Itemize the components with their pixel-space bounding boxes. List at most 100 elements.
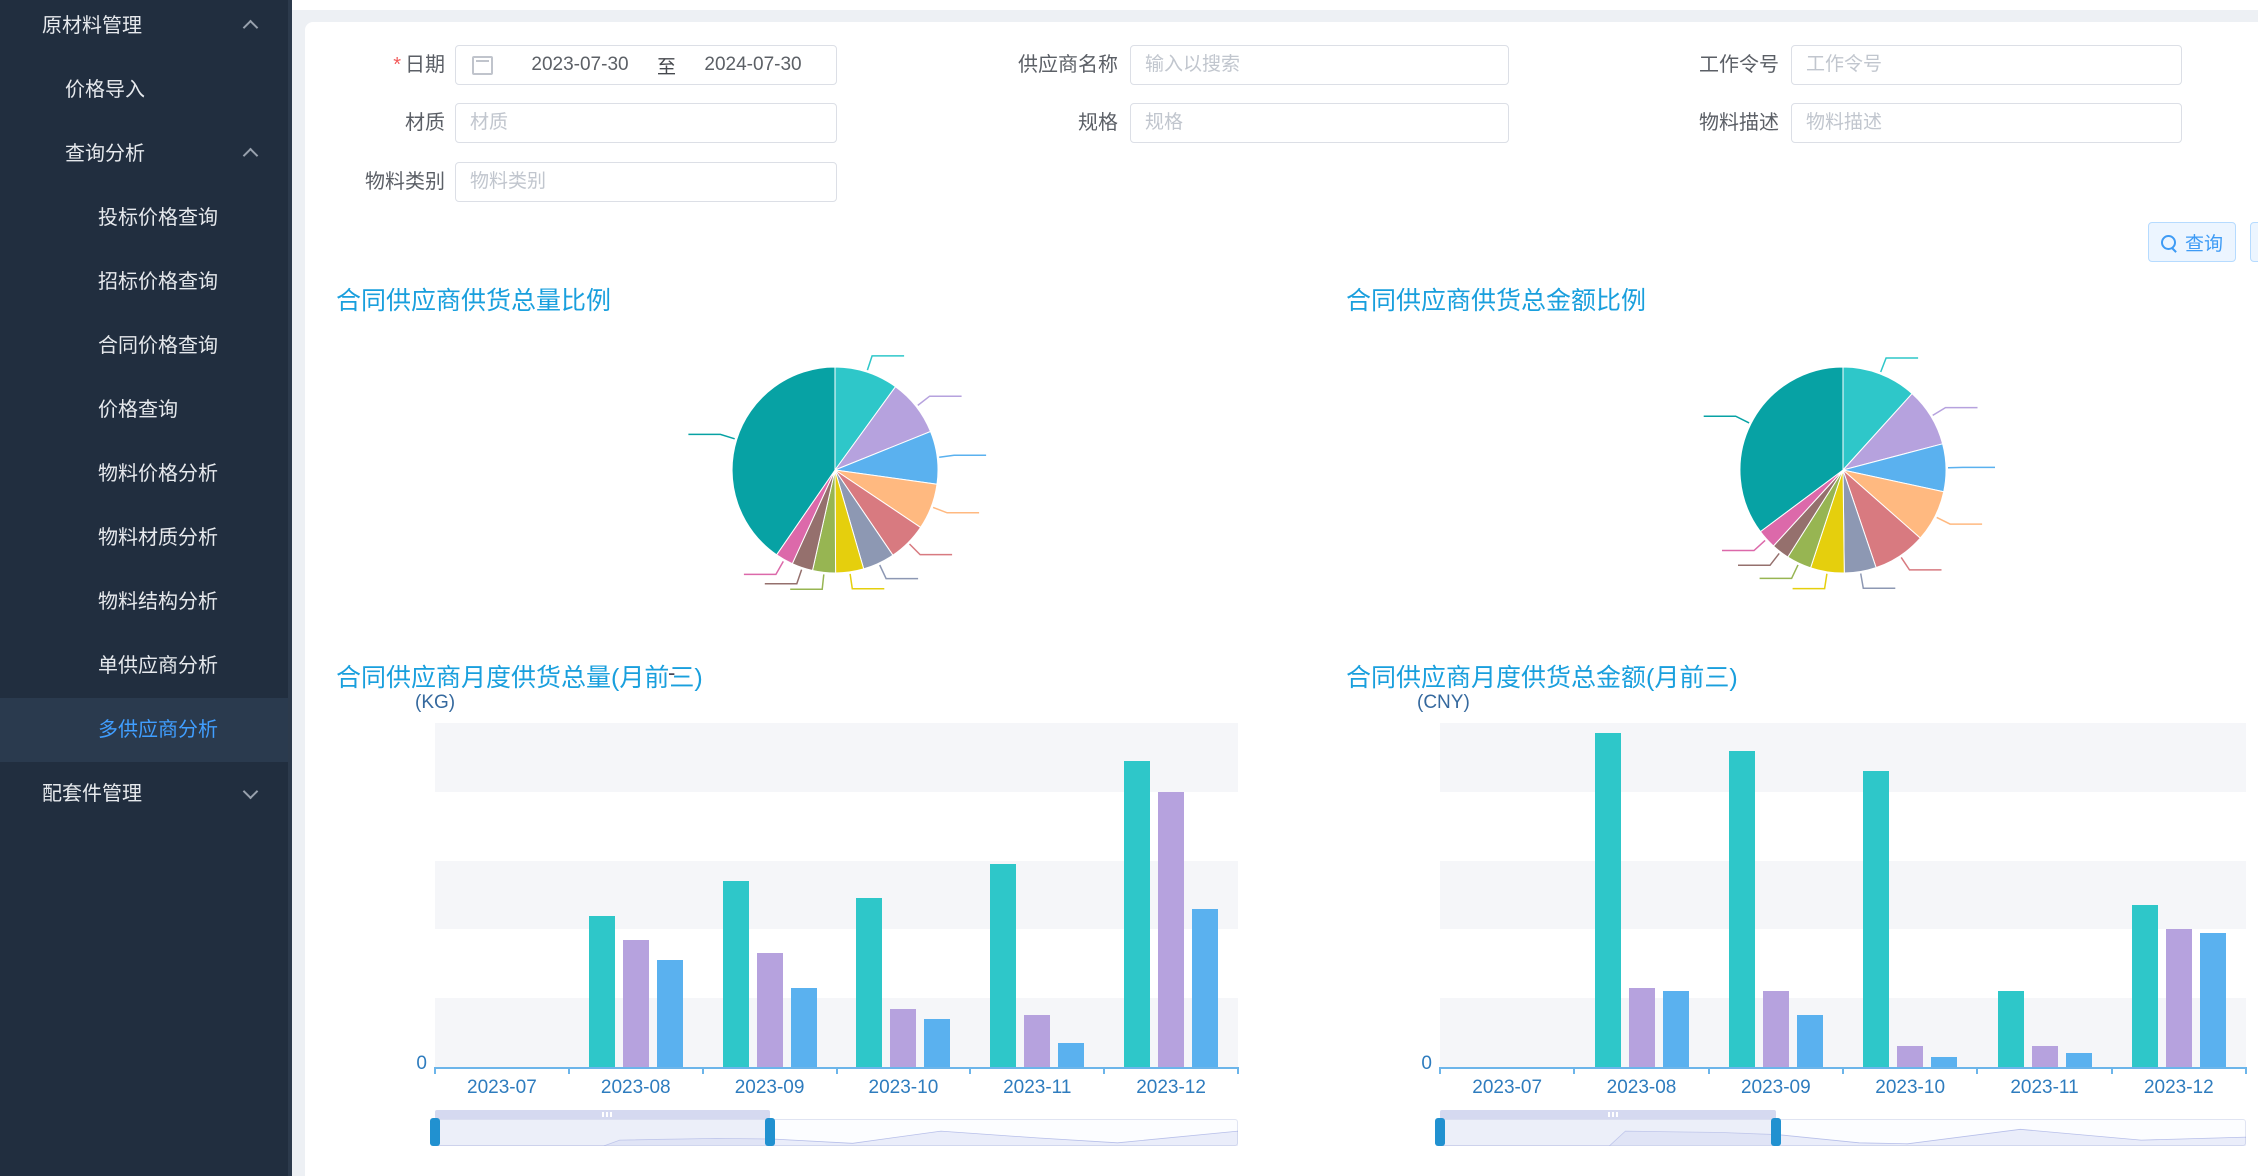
x-axis-label: 2023-12 (2119, 1077, 2239, 1099)
x-axis-tick (2245, 1067, 2247, 1074)
material-category-input[interactable] (455, 162, 837, 202)
bar (1998, 991, 2024, 1067)
x-axis-tick (969, 1067, 971, 1074)
bar (1158, 792, 1184, 1067)
sidebar-item-label: 招标价格查询 (98, 271, 218, 293)
material-category-label: 物料类别 (365, 162, 445, 202)
bar (856, 898, 882, 1067)
sidebar-item-物料结构分析[interactable]: 物料结构分析 (0, 570, 292, 634)
x-axis-tick (1439, 1067, 1441, 1074)
datazoom-selected-range[interactable] (435, 1119, 770, 1146)
pie-leader-line (850, 574, 884, 589)
bar (1595, 733, 1621, 1067)
bar (1931, 1057, 1957, 1067)
pie-leader-line (918, 396, 962, 405)
sidebar-item-合同价格查询[interactable]: 合同价格查询 (0, 314, 292, 378)
datazoom-grip-icon (602, 1112, 614, 1117)
top-strip (292, 0, 2258, 10)
query-button[interactable]: 查询 (2148, 222, 2236, 262)
x-axis-label: 2023-12 (1111, 1077, 1231, 1099)
datazoom-selected-range[interactable] (1440, 1119, 1776, 1146)
bar1-legend-placeholder[interactable]: - (668, 660, 675, 686)
x-axis-tick (1708, 1067, 1710, 1074)
sidebar-item-label: 原材料管理 (42, 15, 142, 37)
pie-leader-line (1933, 408, 1978, 416)
sidebar-item-查询分析[interactable]: 查询分析 (0, 122, 292, 186)
sidebar-item-配套件管理[interactable]: 配套件管理 (0, 762, 292, 826)
pie-leader-line (1760, 565, 1798, 579)
bar (1192, 909, 1218, 1067)
sidebar-scrollbar[interactable] (288, 0, 292, 1176)
datazoom-handle-left[interactable] (430, 1118, 440, 1146)
bar (723, 881, 749, 1067)
x-axis-label: 2023-07 (442, 1077, 562, 1099)
bar (1797, 1015, 1823, 1067)
x-axis-tick (1103, 1067, 1105, 1074)
sidebar-item-物料材质分析[interactable]: 物料材质分析 (0, 506, 292, 570)
bar1-unit: (KG) (415, 692, 455, 714)
chevron-down-icon (243, 784, 259, 800)
date-end-value[interactable]: 2024-07-30 (680, 54, 826, 76)
bar (757, 953, 783, 1067)
datazoom-slider[interactable] (1440, 1110, 2246, 1150)
bar (1663, 991, 1689, 1067)
sidebar-item-label: 单供应商分析 (98, 655, 218, 677)
pie-chart-supply-quantity (585, 310, 1085, 640)
material-label: 材质 (405, 103, 445, 143)
spec-input[interactable] (1130, 103, 1509, 143)
bar (1124, 761, 1150, 1067)
bar (1863, 771, 1889, 1067)
grid-band (1440, 861, 2246, 930)
date-start-value[interactable]: 2023-07-30 (507, 54, 653, 76)
sidebar-item-原材料管理[interactable]: 原材料管理 (0, 0, 292, 58)
sidebar-item-单供应商分析[interactable]: 单供应商分析 (0, 634, 292, 698)
x-axis-tick (568, 1067, 570, 1074)
x-axis-label: 2023-08 (1582, 1077, 1702, 1099)
pie-leader-line (765, 570, 802, 584)
plot-area (1440, 723, 2246, 1069)
spec-label: 规格 (1078, 103, 1118, 143)
sidebar-item-投标价格查询[interactable]: 投标价格查询 (0, 186, 292, 250)
datazoom-move-bar[interactable] (1440, 1110, 1776, 1119)
bar (2200, 933, 2226, 1067)
bar (924, 1019, 950, 1067)
bar (2132, 905, 2158, 1067)
material-desc-input[interactable] (1791, 103, 2182, 143)
x-axis-label: 2023-11 (1985, 1077, 2105, 1099)
bar-chart-monthly-quantity: 2023-072023-082023-092023-102023-112023-… (435, 723, 1238, 1159)
datazoom-handle-right[interactable] (765, 1118, 775, 1146)
material-desc-label: 物料描述 (1699, 103, 1779, 143)
datazoom-grip-icon (1608, 1112, 1620, 1117)
bar (2066, 1053, 2092, 1067)
bar (657, 960, 683, 1067)
x-axis-label: 2023-10 (1850, 1077, 1970, 1099)
bar-chart-monthly-amount: 2023-072023-082023-092023-102023-112023-… (1440, 723, 2246, 1159)
datazoom-handle-left[interactable] (1435, 1118, 1445, 1146)
calendar-icon (472, 56, 493, 75)
sidebar-item-招标价格查询[interactable]: 招标价格查询 (0, 250, 292, 314)
sidebar-item-多供应商分析[interactable]: 多供应商分析 (0, 698, 292, 762)
pie-leader-line (790, 574, 824, 589)
pie-leader-line (1793, 574, 1827, 589)
pie-leader-line (1722, 540, 1765, 550)
pie-leader-line (744, 561, 783, 574)
datazoom-handle-right[interactable] (1771, 1118, 1781, 1146)
sidebar-item-价格查询[interactable]: 价格查询 (0, 378, 292, 442)
date-label: *日期 (393, 45, 445, 85)
x-axis-label: 2023-08 (576, 1077, 696, 1099)
sidebar-item-label: 物料结构分析 (98, 591, 218, 613)
bar (589, 916, 615, 1067)
grid-band (1440, 723, 2246, 792)
required-asterisk: * (393, 54, 401, 76)
datazoom-slider[interactable] (435, 1110, 1238, 1150)
supplier-input[interactable] (1130, 45, 1509, 85)
sidebar-item-价格导入[interactable]: 价格导入 (0, 58, 292, 122)
reset-button-clipped[interactable] (2250, 222, 2258, 262)
material-input[interactable] (455, 103, 837, 143)
date-range-picker[interactable]: 2023-07-30 至 2024-07-30 (455, 45, 837, 85)
datazoom-move-bar[interactable] (435, 1110, 770, 1119)
sidebar-item-label: 物料价格分析 (98, 463, 218, 485)
work-order-input[interactable] (1791, 45, 2182, 85)
grid-band (435, 792, 1238, 861)
sidebar-item-物料价格分析[interactable]: 物料价格分析 (0, 442, 292, 506)
